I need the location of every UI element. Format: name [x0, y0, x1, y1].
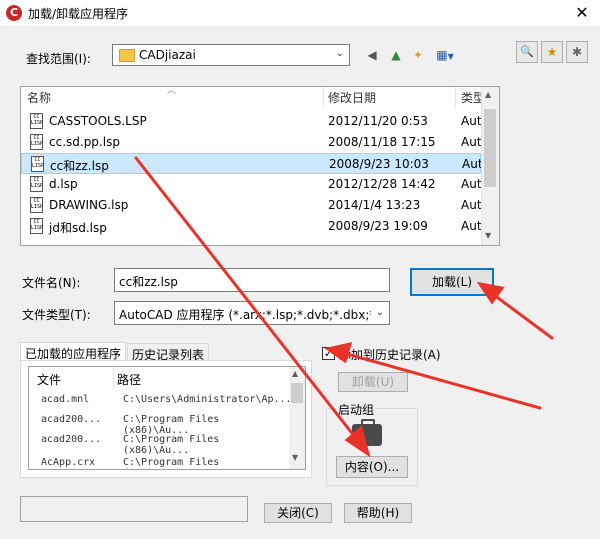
views-icon: ▦	[436, 48, 448, 62]
file-row[interactable]: CC LISP DRAWING.lsp 2014/1/4 13:23 Auto	[21, 195, 489, 216]
favorites-button[interactable]: ★	[541, 41, 563, 63]
scroll-down-icon[interactable]: ▼	[485, 231, 491, 240]
file-name: DRAWING.lsp	[49, 198, 129, 212]
file-name: jd和sd.lsp	[49, 221, 107, 235]
filename-label: 文件名(N):	[22, 276, 81, 290]
scroll-down-icon[interactable]: ▼	[292, 453, 298, 462]
column-divider[interactable]	[455, 87, 456, 109]
chevron-down-icon: ⌄	[335, 48, 344, 59]
window-title: 加载/卸载应用程序	[28, 7, 129, 21]
column-divider[interactable]	[323, 87, 324, 109]
search-icon: 🔍	[520, 45, 534, 58]
app-path: C:\Program Files (x86)\Au...	[123, 457, 220, 469]
file-name: cc.sd.pp.lsp	[49, 135, 120, 149]
file-row-selected[interactable]: CC LISP cc和zz.lsp 2008/9/23 10:03 Auto	[21, 153, 490, 174]
file-date: 2008/9/23 19:09	[328, 219, 428, 233]
column-header-path[interactable]: 路径	[117, 371, 141, 388]
tools-icon: ✱	[571, 45, 583, 59]
file-list[interactable]: 名称 ︿ 修改日期 类型 CC LISP CASSTOOLS.LSP 2012/…	[20, 86, 500, 246]
find-button[interactable]: 🔍	[516, 41, 538, 63]
new-folder-button[interactable]: ✦	[408, 45, 428, 65]
loaded-app-row[interactable]: acad200... C:\Program Files (x86)\Au...	[29, 411, 289, 436]
file-date: 2008/11/18 17:15	[328, 135, 436, 149]
lisp-file-icon: CC LISP	[30, 134, 43, 150]
tab-loaded-apps[interactable]: 已加载的应用程序	[20, 342, 127, 362]
folder-icon	[119, 49, 135, 62]
file-row[interactable]: CC LISP CASSTOOLS.LSP 2012/11/20 0:53 Au…	[21, 111, 489, 132]
file-row[interactable]: CC LISP cc.sd.pp.lsp 2008/11/18 17:15 Au…	[21, 132, 489, 153]
file-row[interactable]: CC LISP d.lsp 2012/12/28 14:42 Auto	[21, 174, 489, 195]
startup-group-label: 启动组	[336, 401, 377, 418]
briefcase-icon	[352, 419, 382, 446]
file-date: 2008/9/23 10:03	[329, 157, 429, 171]
app-file: acad200...	[41, 414, 102, 425]
arrow-to-load	[488, 290, 554, 340]
up-folder-icon: ▲	[391, 48, 401, 62]
filetype-combo[interactable]: AutoCAD 应用程序 (*.arx;*.lsp;*.dvb;*.dbx;*.…	[114, 301, 390, 325]
loaded-app-row[interactable]: AcApp.crx C:\Program Files (x86)\Au...	[29, 451, 289, 469]
filename-value: cc和zz.lsp	[119, 275, 178, 289]
file-date: 2012/11/20 0:53	[328, 114, 428, 128]
lisp-file-icon: CC LISP	[30, 113, 43, 129]
up-folder-button[interactable]: ▲	[386, 45, 406, 65]
column-header-date[interactable]: 修改日期	[328, 89, 376, 106]
file-list-scrollbar[interactable]: ▲ ▼	[481, 87, 499, 245]
lookin-label: 查找范围(I):	[26, 52, 91, 66]
scrollbar-thumb[interactable]	[484, 109, 496, 187]
help-button[interactable]: 帮助(H)	[344, 503, 412, 523]
filetype-label: 文件类型(T):	[22, 308, 91, 322]
loaded-app-row[interactable]: acad.mnl C:\Users\Administrator\Ap...	[29, 391, 292, 411]
contents-button[interactable]: 内容(O)...	[336, 456, 408, 478]
favorites-icon: ★	[546, 45, 558, 59]
scroll-up-icon[interactable]: ▲	[485, 90, 491, 99]
loaded-list-scrollbar[interactable]: ▲ ▼	[289, 367, 305, 469]
file-date: 2014/1/4 13:23	[328, 198, 421, 212]
app-file: AcApp.crx	[41, 457, 96, 468]
checkmark-icon: ✓	[323, 347, 334, 360]
unload-button[interactable]: 卸载(U)	[338, 372, 408, 392]
lisp-file-icon: CC LISP	[30, 197, 43, 213]
loaded-app-row[interactable]: acad200... C:\Program Files (x86)\Au...	[29, 431, 289, 456]
file-name: cc和zz.lsp	[50, 159, 109, 173]
add-history-label[interactable]: 添加到历史记录(A)	[339, 346, 441, 363]
lookin-combo[interactable]: CADjiazai ⌄	[112, 44, 350, 66]
column-header-name[interactable]: 名称	[27, 89, 51, 106]
views-menu-button[interactable]: ▦▼	[432, 45, 458, 65]
add-history-checkbox[interactable]: ✓	[322, 347, 335, 360]
lisp-file-icon: CC LISP	[31, 156, 44, 172]
file-name: d.lsp	[49, 177, 78, 191]
app-path: C:\Users\Administrator\Ap...	[123, 394, 292, 405]
tools-button[interactable]: ✱	[566, 41, 588, 63]
lookin-value: CADjiazai	[139, 48, 196, 62]
filename-input[interactable]: cc和zz.lsp	[114, 268, 390, 292]
lisp-file-icon: CC LISP	[30, 176, 43, 192]
status-box	[20, 496, 248, 522]
back-button[interactable]: ◀	[362, 45, 382, 65]
back-arrow-icon: ◀	[367, 48, 377, 62]
load-button[interactable]: 加载(L)	[410, 268, 494, 296]
file-name: CASSTOOLS.LSP	[49, 114, 147, 128]
column-header-file[interactable]: 文件	[37, 371, 61, 388]
app-icon: C	[6, 5, 22, 21]
loaded-apps-list[interactable]: 文件 路径 acad.mnl C:\Users\Administrator\Ap…	[28, 366, 306, 470]
new-folder-icon: ✦	[412, 48, 424, 62]
app-file: acad.mnl	[41, 394, 90, 405]
file-row[interactable]: CC LISP jd和sd.lsp 2008/9/23 19:09 Auto	[21, 216, 489, 237]
file-date: 2012/12/28 14:42	[328, 177, 436, 191]
close-button[interactable]: 关闭(C)	[264, 503, 332, 523]
scroll-up-icon[interactable]: ▲	[292, 369, 298, 378]
sort-ascending-icon: ︿	[167, 86, 177, 96]
chevron-down-icon: ⌄	[375, 307, 384, 318]
app-file: acad200...	[41, 434, 102, 445]
lisp-file-icon: CC LISP	[30, 218, 43, 234]
filetype-value: AutoCAD 应用程序 (*.arx;*.lsp;*.dvb;*.dbx;*.…	[119, 308, 371, 322]
column-divider[interactable]	[113, 367, 114, 389]
close-window-button[interactable]: ✕	[570, 2, 594, 24]
scrollbar-thumb[interactable]	[291, 383, 303, 403]
